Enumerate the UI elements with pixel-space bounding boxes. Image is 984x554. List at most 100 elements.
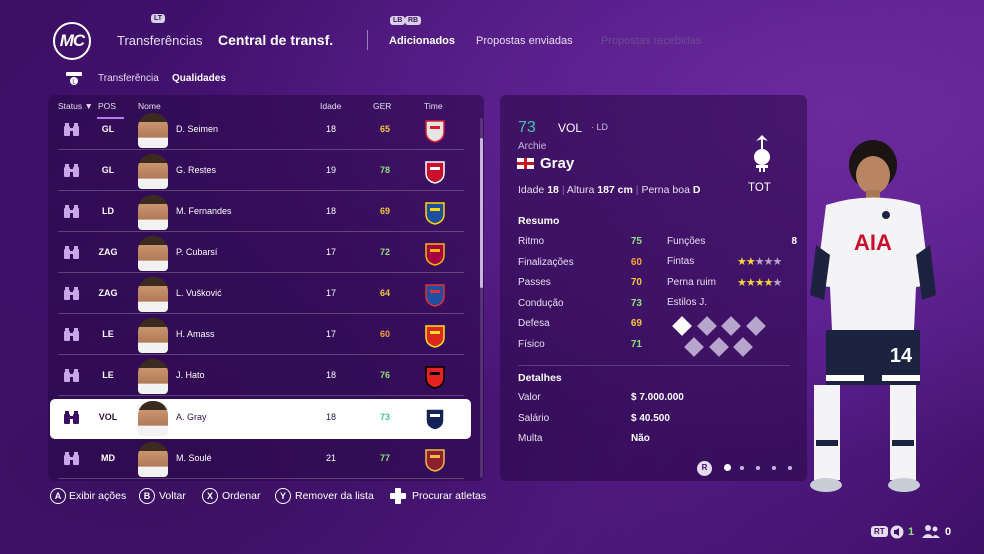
row-player-name: P. Cubarsí — [176, 247, 218, 257]
player-club-abbr: TOT — [748, 182, 771, 194]
scout-binoculars-icon — [64, 164, 79, 177]
skill-moves-label: Fintas — [667, 256, 695, 267]
detail-label: Valor — [518, 392, 541, 403]
row-age: 19 — [325, 165, 336, 175]
playstyle-slot-icon — [697, 316, 717, 336]
pager-dot[interactable] — [788, 466, 792, 470]
table-row[interactable]: ZAG P. Cubarsí 17 72 — [58, 234, 464, 273]
player-face-image — [138, 195, 168, 230]
tab-propostas-enviadas[interactable]: Propostas enviadas — [476, 35, 573, 47]
scrollbar-thumb[interactable] — [480, 138, 483, 288]
player-face-image — [138, 277, 168, 312]
table-row[interactable]: VOL A. Gray 18 73 — [50, 399, 471, 439]
online-count-2: 0 — [945, 526, 952, 538]
playstyle-slot-icon — [709, 337, 729, 357]
stat-label: Passes — [518, 277, 551, 288]
pager-dot[interactable] — [740, 466, 744, 470]
remover-da-lista-button[interactable]: Remover da lista — [295, 490, 374, 502]
tab-propostas-recebidas[interactable]: Propostas recebidas — [601, 35, 701, 47]
stat-label: Físico — [518, 338, 545, 350]
player-bio: Idade 18 | Altura 187 cm | Perna boa D — [518, 184, 701, 196]
col-age[interactable]: Idade — [320, 101, 341, 111]
col-ger[interactable]: GER — [373, 101, 391, 111]
tab-adicionados[interactable]: Adicionados — [389, 35, 455, 47]
row-age: 18 — [325, 370, 336, 380]
tab-central-transf[interactable]: Central de transf. — [218, 32, 333, 48]
functions-value: 8 — [791, 236, 797, 247]
tottenham-crest-icon — [754, 135, 770, 172]
scout-binoculars-icon — [64, 369, 79, 382]
row-overall: 78 — [379, 165, 390, 175]
exibir-acoes-button[interactable]: Exibir ações — [69, 490, 126, 502]
col-status[interactable]: Status ▼ — [58, 101, 93, 111]
table-row[interactable]: GL D. Seimen 18 65 — [58, 111, 464, 150]
row-overall: 69 — [379, 206, 390, 216]
player-detail-panel: 73 VOL · LD Archie Gray Idade 18 | Altur… — [500, 95, 807, 481]
row-position: GL — [101, 165, 115, 175]
procurar-atletas-button[interactable]: Procurar atletas — [412, 490, 486, 502]
functions-label: Funções — [667, 236, 706, 247]
y-button-icon[interactable]: Y — [275, 488, 291, 504]
star-icon: ★ — [763, 277, 774, 289]
subtab-qualidades[interactable]: Qualidades — [172, 73, 226, 84]
star-icon: ★ — [754, 256, 765, 268]
row-age: 17 — [325, 247, 336, 257]
col-name[interactable]: Nome — [138, 101, 161, 111]
b-button-icon[interactable]: B — [139, 488, 155, 504]
stat-value: 69 — [630, 318, 642, 329]
star-icon: ★ — [737, 277, 747, 289]
a-button-icon[interactable]: A — [50, 488, 66, 504]
stat-value: 71 — [630, 338, 642, 350]
player-alt-position: · LD — [591, 122, 609, 132]
table-row[interactable]: ZAG L. Vušković 17 64 — [58, 275, 464, 314]
row-position: LE — [102, 329, 114, 339]
player-first-name: Archie — [518, 141, 547, 152]
x-button-icon[interactable]: X — [202, 488, 218, 504]
row-overall: 60 — [379, 329, 390, 339]
row-position: ZAG — [98, 288, 118, 298]
england-flag-icon — [517, 158, 534, 169]
player-face-image — [138, 359, 168, 394]
pager-dot[interactable] — [772, 466, 776, 470]
pager-dot[interactable] — [756, 466, 760, 470]
lb-hint-icon: LB — [390, 16, 406, 25]
club-crest-icon — [425, 366, 445, 389]
table-row[interactable]: GL G. Restes 19 78 — [58, 152, 464, 191]
table-row[interactable]: LE J. Hato 18 76 — [58, 357, 464, 396]
tab-transferencias[interactable]: Transferências — [117, 33, 203, 48]
player-face-image — [138, 442, 168, 477]
subtab-transferencia[interactable]: Transferência — [98, 73, 159, 84]
player-face-image — [138, 401, 168, 436]
dpad-icon[interactable] — [388, 487, 408, 505]
row-overall: 73 — [379, 412, 390, 422]
player-face-image — [138, 318, 168, 353]
col-pos[interactable]: POS — [98, 101, 116, 111]
divider — [518, 365, 790, 366]
row-age: 18 — [325, 412, 336, 422]
col-club[interactable]: Time — [424, 101, 443, 111]
playstyles-label: Estilos J. — [667, 297, 708, 308]
stat-label: Ritmo — [518, 236, 545, 247]
detail-value: $ 40.500 — [631, 412, 670, 424]
friends-icon — [922, 525, 940, 538]
header-divider — [367, 30, 368, 50]
row-position: LE — [102, 370, 114, 380]
table-row[interactable]: LE H. Amass 17 60 — [58, 316, 464, 355]
row-age: 17 — [325, 288, 336, 298]
row-position: MD — [101, 453, 115, 463]
pager-dot-active[interactable] — [724, 464, 731, 471]
ordenar-button[interactable]: Ordenar — [222, 490, 261, 502]
mc-logo: MC — [53, 22, 91, 60]
lt-hint-icon: LT — [151, 14, 166, 23]
table-row[interactable]: MD M. Soulé 21 77 — [58, 440, 464, 479]
club-crest-icon — [425, 408, 445, 431]
rt-button-icon[interactable]: RT — [871, 526, 888, 537]
rs-pager-icon[interactable]: R — [697, 461, 712, 476]
row-age: 17 — [325, 329, 336, 339]
detail-value: Não — [631, 433, 650, 444]
player-face-image — [138, 236, 168, 271]
star-icon: ★ — [772, 277, 783, 289]
stat-value: 60 — [630, 256, 642, 268]
voltar-button[interactable]: Voltar — [159, 490, 186, 502]
table-row[interactable]: LD M. Fernandes 18 69 — [58, 193, 464, 232]
